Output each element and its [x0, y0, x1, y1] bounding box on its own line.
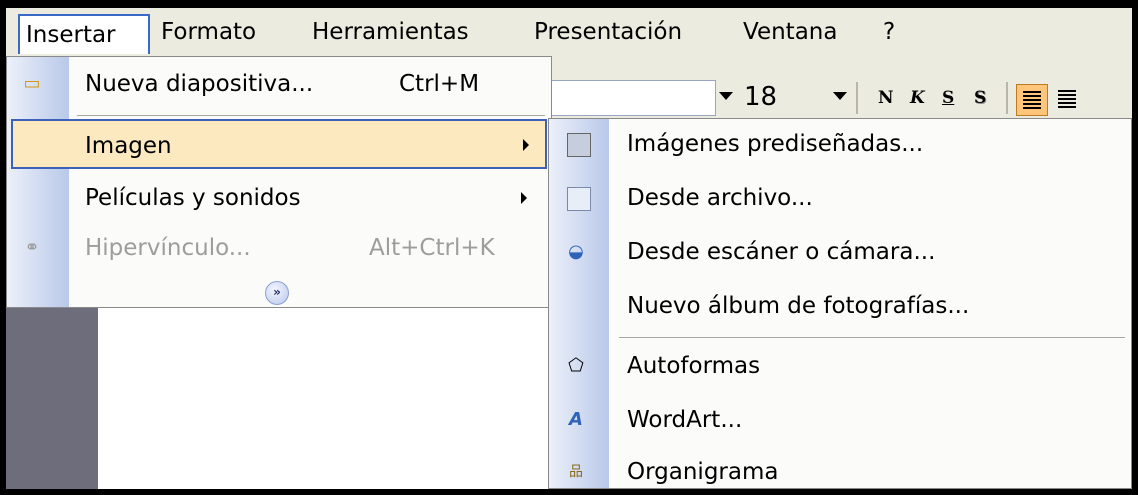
menu-item-nuevo-album[interactable]: Nuevo álbum de fotografías... — [549, 281, 1131, 331]
font-size-value[interactable]: 18 — [744, 82, 777, 112]
org-chart-icon: 品 — [569, 464, 583, 480]
menu-separator — [77, 115, 545, 116]
menu-item-hipervinculo: ⚭ Hipervínculo... Alt+Ctrl+K — [7, 223, 551, 273]
menu-item-organigrama[interactable]: 品 Organigrama — [549, 447, 1131, 489]
menu-separator — [619, 337, 1125, 338]
wordart-icon: A — [569, 409, 583, 430]
menu-bar: Insertar Formato Herramientas Presentaci… — [6, 8, 1132, 56]
menu-item-autoformas[interactable]: ⬠ Autoformas — [549, 341, 1131, 391]
scanner-camera-icon: ◒ — [568, 241, 584, 262]
hyperlink-icon: ⚭ — [24, 237, 40, 258]
menu-formato[interactable]: Formato — [161, 12, 256, 52]
underline-button[interactable]: S — [942, 82, 954, 114]
clipart-icon — [567, 133, 591, 157]
submenu-arrow-icon — [521, 192, 527, 204]
imagen-submenu: Imágenes prediseñadas... Desde archivo..… — [548, 118, 1132, 489]
menu-item-imagenes-predisenadas[interactable]: Imágenes prediseñadas... — [549, 119, 1131, 169]
autoshapes-icon: ⬠ — [568, 355, 584, 376]
double-chevron-down-icon[interactable]: » — [265, 281, 289, 305]
menu-presentacion[interactable]: Presentación — [534, 12, 682, 52]
menu-insertar[interactable]: Insertar — [18, 14, 150, 54]
menu-help[interactable]: ? — [883, 12, 895, 52]
menu-item-wordart[interactable]: A WordArt... — [549, 395, 1131, 445]
align-left-icon — [1023, 91, 1041, 109]
menu-item-peliculas-sonidos[interactable]: Películas y sonidos — [7, 173, 551, 223]
italic-button[interactable]: K — [910, 82, 925, 114]
toolbar-separator — [1006, 82, 1008, 114]
font-name-combo[interactable] — [546, 80, 716, 116]
bold-button[interactable]: N — [878, 82, 894, 114]
align-center-icon — [1058, 90, 1076, 108]
app-window: Insertar Formato Herramientas Presentaci… — [6, 8, 1132, 489]
insertar-dropdown: ▭ Nueva diapositiva... Ctrl+M Imagen Pel… — [6, 56, 552, 308]
submenu-arrow-icon — [523, 139, 529, 151]
menu-item-imagen[interactable]: Imagen — [11, 119, 547, 169]
shadow-button[interactable]: S — [974, 82, 986, 114]
font-name-dropdown-icon[interactable] — [719, 92, 733, 100]
align-left-button[interactable] — [1016, 84, 1048, 116]
menu-herramientas[interactable]: Herramientas — [312, 12, 469, 52]
menu-item-desde-escaner[interactable]: ◒ Desde escáner o cámara... — [549, 227, 1131, 277]
new-slide-icon: ▭ — [23, 73, 41, 94]
menu-ventana[interactable]: Ventana — [743, 12, 837, 52]
font-size-dropdown-icon[interactable] — [833, 92, 847, 100]
toolbar-separator — [856, 82, 858, 114]
menu-item-desde-archivo[interactable]: Desde archivo... — [549, 173, 1131, 223]
center-button[interactable] — [1052, 84, 1084, 116]
menu-item-nueva-diapositiva[interactable]: ▭ Nueva diapositiva... Ctrl+M — [7, 59, 551, 109]
picture-file-icon — [567, 187, 591, 211]
